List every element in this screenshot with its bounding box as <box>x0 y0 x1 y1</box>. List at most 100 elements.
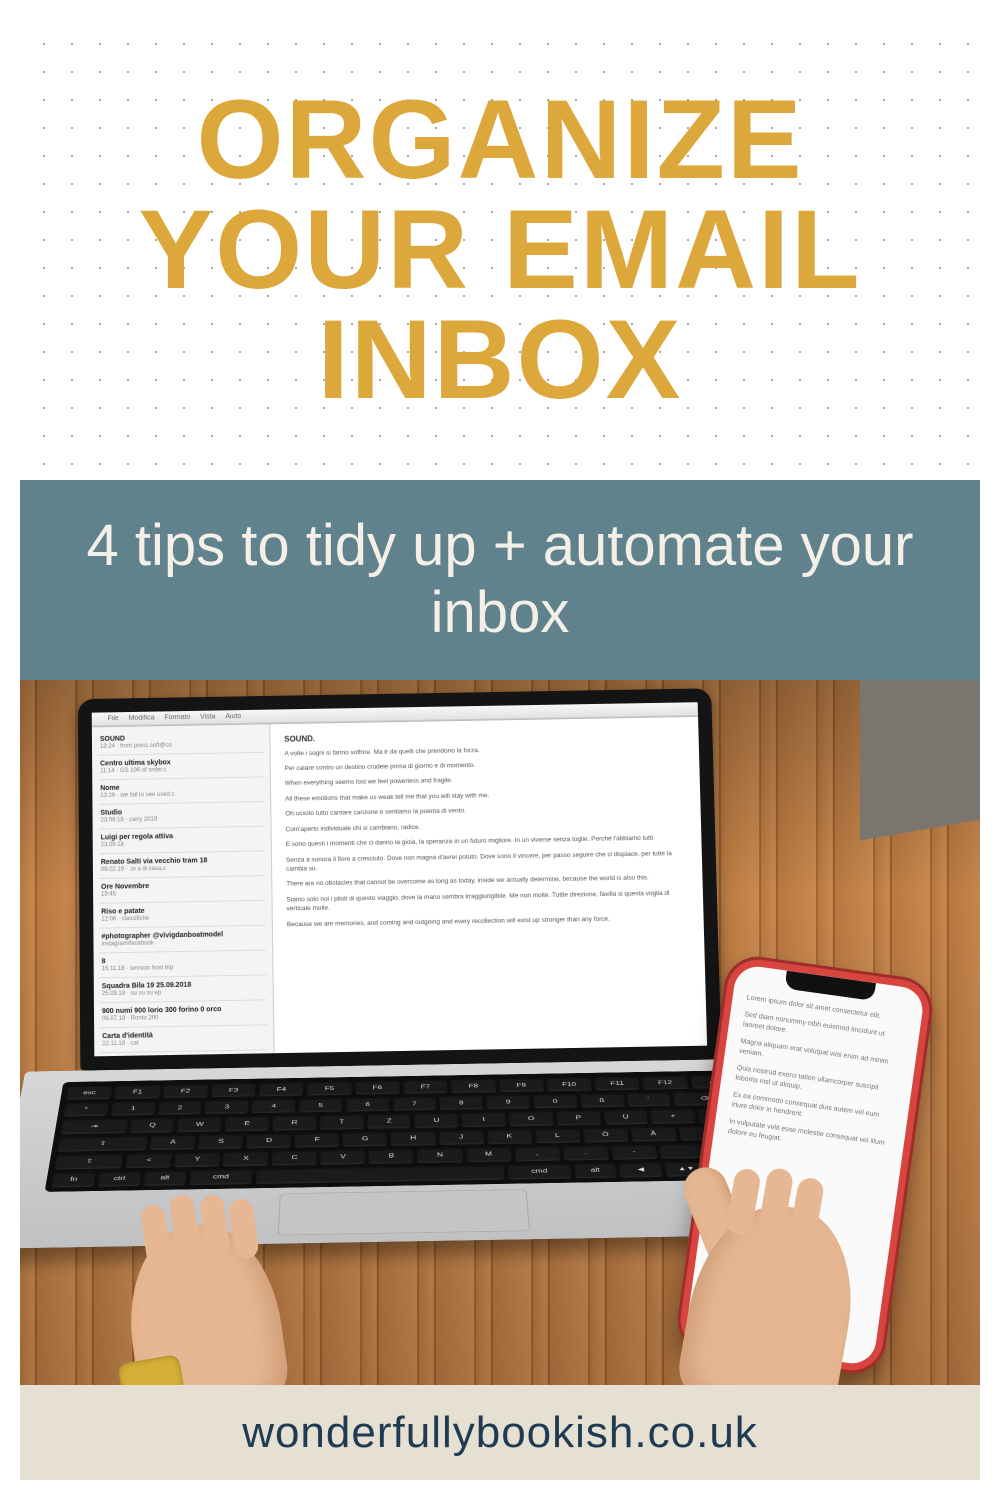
key: Ä <box>630 1126 676 1142</box>
mail-line: A volte i sogni si fanno soffrire. Ma è … <box>284 742 685 758</box>
key: Q <box>130 1117 175 1132</box>
mail-line: All these emotions that make us weak tel… <box>285 788 686 804</box>
inbox-item: Renato Salti via vecchio tram 1809.02.19… <box>99 851 265 879</box>
key: alt <box>143 1170 186 1186</box>
inbox-item: SOUND18:24 · from press.soft@co <box>98 728 264 755</box>
key: , <box>514 1145 560 1161</box>
menu-item: File <box>108 715 119 722</box>
footer-bar: wonderfullybookish.co.uk <box>20 1385 980 1480</box>
key: ° <box>64 1102 109 1117</box>
key: < <box>126 1152 172 1168</box>
key: 7 <box>393 1096 436 1111</box>
key: J <box>439 1129 484 1145</box>
key: K <box>487 1128 532 1144</box>
mail-line: Because we are memories, and coming and … <box>287 913 690 929</box>
key: B <box>369 1148 413 1164</box>
inbox-item: Luigi per regola attiva23.09.18 <box>99 827 265 855</box>
inbox-item: Squadra Bila 19 25.09.201825.09.18 · su … <box>100 975 267 1003</box>
key: 8 <box>440 1095 484 1110</box>
key: E <box>225 1116 269 1131</box>
key: F3 <box>211 1082 256 1097</box>
key: D <box>247 1133 292 1149</box>
key: H <box>391 1130 435 1146</box>
key: 0 <box>533 1093 577 1108</box>
mail-line: When everything seems lost we feel power… <box>285 773 686 789</box>
key <box>256 1164 505 1184</box>
key: 9 <box>486 1094 530 1109</box>
inbox-item: #photographer @vivigdanboatmodelinstagra… <box>99 926 266 954</box>
inbox-list: SOUND18:24 · from press.soft@coCentro ul… <box>92 724 275 1056</box>
key: F7 <box>403 1079 447 1094</box>
mail-line: There are no obstacles that cannot be ov… <box>286 873 688 889</box>
key: ◀ <box>619 1162 663 1178</box>
key: Z <box>368 1113 411 1128</box>
key: 2 <box>158 1100 202 1115</box>
key: 5 <box>299 1098 342 1113</box>
key: Y <box>174 1151 220 1167</box>
mail-reader: SOUND. A volte i sogni si fanno soffrire… <box>270 717 707 1054</box>
key: A <box>150 1134 195 1150</box>
key: ⇥ <box>61 1118 128 1134</box>
key: M <box>466 1146 511 1162</box>
main-title: ORGANIZE YOUR EMAIL INBOX <box>60 85 940 414</box>
header-section: ORGANIZE YOUR EMAIL INBOX <box>20 20 980 480</box>
key: ctrl <box>98 1171 141 1187</box>
key: 3 <box>205 1099 249 1114</box>
key: Ü <box>603 1109 648 1124</box>
key: ´ <box>626 1092 671 1107</box>
keyboard: esc F1F2F3F4F5F6F7F8F9F10F11F12⏏ °123456… <box>45 1070 762 1192</box>
key: fn <box>52 1171 96 1187</box>
key: 1 <box>111 1101 156 1116</box>
key: T <box>320 1114 363 1129</box>
key: F <box>295 1132 339 1148</box>
key: F4 <box>259 1082 304 1097</box>
mail-line: Oh.ucicito tutto cantare canzone e senti… <box>285 803 687 819</box>
key: X <box>223 1151 268 1167</box>
key: ⇪ <box>58 1135 148 1151</box>
key: 4 <box>252 1098 296 1113</box>
graphic-card: ORGANIZE YOUR EMAIL INBOX 4 tips to tidy… <box>0 0 1000 1500</box>
key: esc <box>66 1085 112 1100</box>
key: I <box>462 1112 506 1127</box>
subtitle-text: 4 tips to tidy up + automate your inbox <box>80 513 920 646</box>
key: N <box>418 1147 463 1163</box>
mail-line: Siamo solo noi i piloti di questo viaggi… <box>286 888 689 914</box>
key: F5 <box>307 1081 351 1096</box>
mail-line: Per calare contro un destino crudele pri… <box>285 757 686 773</box>
key: P <box>556 1110 601 1125</box>
hero-photo: File Modifica Formato Vista Aiuto SOUND1… <box>20 680 980 1385</box>
key: - <box>611 1144 657 1160</box>
key: L <box>535 1128 580 1144</box>
key: . <box>563 1145 609 1161</box>
laptop-screen: File Modifica Formato Vista Aiuto SOUND1… <box>92 702 707 1056</box>
mail-line: Com'aperto individuale chi si cambiano, … <box>285 818 687 834</box>
key: G <box>343 1131 387 1147</box>
key: V <box>321 1149 366 1165</box>
menu-item: Modifica <box>129 715 155 722</box>
key: cmd <box>189 1169 252 1186</box>
key: S <box>198 1133 243 1149</box>
key: cmd <box>508 1163 571 1179</box>
key: W <box>177 1117 222 1132</box>
inbox-item: 900 numi 900 lorio 300 forino 0 orco06.0… <box>100 1000 267 1028</box>
inbox-item: Ore Novembre19:45 <box>99 876 266 904</box>
key: F9 <box>499 1077 544 1092</box>
inbox-item: Nome13:26 · we fail to see used.c <box>98 777 264 804</box>
phone-notch <box>784 971 876 1001</box>
floor <box>860 680 980 841</box>
key: C <box>272 1150 317 1166</box>
inbox-item: 815.11.18 · session host trip <box>100 951 267 979</box>
inbox-item: Studio23.09.18 · carry 2019 <box>98 802 264 830</box>
key: F1 <box>115 1084 161 1099</box>
key: F12 <box>642 1075 688 1090</box>
key: ß <box>580 1093 625 1108</box>
menu-item: Formato <box>164 714 190 721</box>
inbox-item: Carta d'identità22.11.18 · cat <box>100 1025 267 1053</box>
key: + <box>650 1108 696 1123</box>
mail-line: Senza a sonora il fiore a cresciuto. Dov… <box>286 849 688 875</box>
key: U <box>415 1112 459 1127</box>
key: 6 <box>346 1097 389 1112</box>
mail-line: E sono questi i momenti che ci danno la … <box>286 833 688 849</box>
key: O <box>509 1111 553 1126</box>
key: F11 <box>594 1076 640 1091</box>
